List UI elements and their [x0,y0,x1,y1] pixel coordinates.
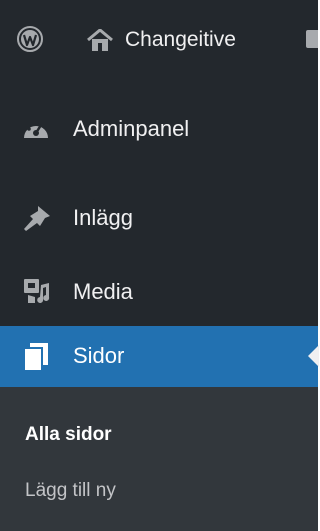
pages-icon [23,343,48,372]
submenu-item-lagg-till-ny[interactable]: Lägg till ny [25,479,116,503]
menu-item-label: Adminpanel [73,116,190,141]
pushpin-icon [24,206,50,231]
menu-item-label: Sidor [73,343,125,368]
submenu-sidor: Alla sidor Lägg till ny [0,387,318,531]
menu-item-media[interactable]: Media [0,274,318,308]
site-name-link[interactable]: Changeitive [125,27,236,53]
media-icon [24,279,50,303]
menu-item-sidor[interactable]: Sidor [0,326,318,387]
menu-item-label: Inlägg [73,205,133,230]
comment-bubble-icon[interactable] [306,30,318,48]
dashboard-gauge-icon [24,120,48,138]
current-menu-arrow-icon [308,345,319,367]
submenu-item-alla-sidor[interactable]: Alla sidor [25,423,112,447]
menu-item-adminpanel[interactable]: Adminpanel [0,112,318,146]
wordpress-logo-icon[interactable] [17,26,43,52]
admin-sidebar: Changeitive Adminpanel Inlägg Media Sido… [0,0,319,531]
menu-item-label: Media [73,279,133,304]
admin-bar: Changeitive [0,0,318,84]
home-icon[interactable] [86,29,114,51]
menu-item-inlagg[interactable]: Inlägg [0,200,318,234]
